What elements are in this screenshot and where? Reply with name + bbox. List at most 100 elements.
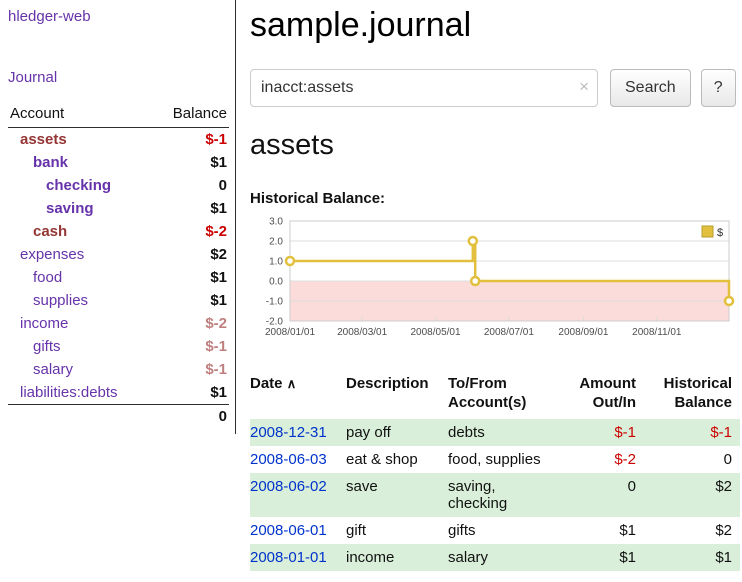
register-amount: $1 [562, 544, 644, 571]
app-title-link[interactable]: hledger-web [8, 8, 229, 25]
account-row: income $-2 [8, 312, 229, 335]
svg-text:2008/11/01: 2008/11/01 [632, 327, 682, 338]
register-description: gift [346, 517, 448, 544]
svg-text:2008/07/01: 2008/07/01 [484, 327, 534, 338]
register-date-link[interactable]: 2008-06-02 [250, 478, 327, 495]
register-accounts: food, supplies [448, 446, 562, 473]
svg-text:-2.0: -2.0 [266, 317, 284, 328]
register-date-link[interactable]: 2008-06-01 [250, 522, 327, 539]
account-balance: $2 [153, 243, 229, 266]
register-amount: $-2 [562, 446, 644, 473]
account-link[interactable]: salary [33, 361, 73, 378]
register-balance: $-1 [644, 419, 740, 446]
account-link[interactable]: supplies [33, 292, 88, 309]
register-row: 2008-06-02 save saving, checking 0 $2 [250, 473, 740, 517]
account-balance: $-1 [153, 128, 229, 152]
svg-text:2008/03/01: 2008/03/01 [337, 327, 387, 338]
chart-point [471, 277, 479, 285]
account-link[interactable]: income [20, 315, 68, 332]
account-row: saving $1 [8, 197, 229, 220]
register-amount: 0 [562, 473, 644, 517]
register-amount: $-1 [562, 419, 644, 446]
account-link[interactable]: checking [46, 177, 111, 194]
help-button[interactable]: ? [701, 69, 736, 107]
register-amount: $1 [562, 517, 644, 544]
register-balance: $2 [644, 473, 740, 517]
register-balance: $1 [644, 544, 740, 571]
accounts-total: 0 [153, 405, 229, 429]
register-description: income [346, 544, 448, 571]
account-row: expenses $2 [8, 243, 229, 266]
account-link[interactable]: saving [46, 200, 94, 217]
accounts-header-row: Account Balance [8, 102, 229, 128]
register-col-date[interactable]: Date ∧ [250, 371, 346, 419]
register-col-description: Description [346, 371, 448, 419]
register-accounts: saving, checking [448, 473, 562, 517]
register-header-row: Date ∧ Description To/From Account(s) Am… [250, 371, 740, 419]
account-balance: $-1 [153, 358, 229, 381]
accounts-col-account: Account [8, 102, 153, 128]
account-balance: $1 [153, 151, 229, 174]
account-link[interactable]: liabilities:debts [20, 384, 118, 401]
register-row: 2008-01-01 income salary $1 $1 [250, 544, 740, 571]
register-row: 2008-06-03 eat & shop food, supplies $-2… [250, 446, 740, 473]
register-table: Date ∧ Description To/From Account(s) Am… [250, 371, 740, 571]
register-balance: 0 [644, 446, 740, 473]
page-title: sample.journal [250, 6, 740, 45]
chart-point [725, 297, 733, 305]
svg-text:2008/01/01: 2008/01/01 [265, 327, 315, 338]
chart-point [286, 257, 294, 265]
svg-text:2008/05/01: 2008/05/01 [411, 327, 461, 338]
chart-legend-label: $ [717, 227, 723, 239]
account-balance: $1 [153, 197, 229, 220]
register-description: pay off [346, 419, 448, 446]
svg-text:1.0: 1.0 [269, 257, 283, 268]
account-link[interactable]: bank [33, 154, 68, 171]
register-col-account: To/From Account(s) [448, 371, 562, 419]
sidebar: hledger-web Journal Account Balance asse… [0, 0, 236, 434]
search-input[interactable] [250, 69, 598, 107]
chart-title: Historical Balance: [250, 190, 740, 207]
account-balance: $-2 [153, 220, 229, 243]
account-row: liabilities:debts $1 [8, 381, 229, 405]
chart-point [469, 237, 477, 245]
account-link[interactable]: cash [33, 223, 67, 240]
account-row: gifts $-1 [8, 335, 229, 358]
account-row: checking 0 [8, 174, 229, 197]
main-panel: sample.journal × Search ? assets Histori… [236, 0, 742, 571]
account-row: cash $-2 [8, 220, 229, 243]
account-row: assets $-1 [8, 128, 229, 152]
accounts-total-row: 0 [8, 405, 229, 429]
account-heading: assets [250, 129, 740, 162]
register-description: eat & shop [346, 446, 448, 473]
svg-text:0.0: 0.0 [269, 277, 283, 288]
account-row: bank $1 [8, 151, 229, 174]
search-button[interactable]: Search [610, 69, 691, 107]
account-row: supplies $1 [8, 289, 229, 312]
svg-text:3.0: 3.0 [269, 217, 283, 228]
sidebar-item-journal[interactable]: Journal [8, 69, 229, 86]
accounts-col-balance: Balance [153, 102, 229, 128]
register-row: 2008-06-01 gift gifts $1 $2 [250, 517, 740, 544]
account-balance: $1 [153, 381, 229, 405]
app: hledger-web Journal Account Balance asse… [0, 0, 742, 571]
account-balance: $1 [153, 266, 229, 289]
account-link[interactable]: food [33, 269, 62, 286]
account-link[interactable]: assets [20, 131, 67, 148]
register-date-link[interactable]: 2008-06-03 [250, 451, 327, 468]
account-link[interactable]: expenses [20, 246, 84, 263]
historical-balance-chart: 3.02.01.00.0-1.0-2.02008/01/012008/03/01… [250, 215, 740, 357]
register-row: 2008-12-31 pay off debts $-1 $-1 [250, 419, 740, 446]
register-balance: $2 [644, 517, 740, 544]
register-date-link[interactable]: 2008-01-01 [250, 549, 327, 566]
clear-search-icon[interactable]: × [579, 78, 589, 96]
register-accounts: gifts [448, 517, 562, 544]
register-date-link[interactable]: 2008-12-31 [250, 424, 327, 441]
search-input-wrap: × [250, 69, 598, 107]
account-balance: 0 [153, 174, 229, 197]
svg-text:2008/09/01: 2008/09/01 [558, 327, 608, 338]
register-col-balance: Historical Balance [644, 371, 740, 419]
account-link[interactable]: gifts [33, 338, 61, 355]
chart-legend-swatch [702, 226, 713, 237]
register-description: save [346, 473, 448, 517]
